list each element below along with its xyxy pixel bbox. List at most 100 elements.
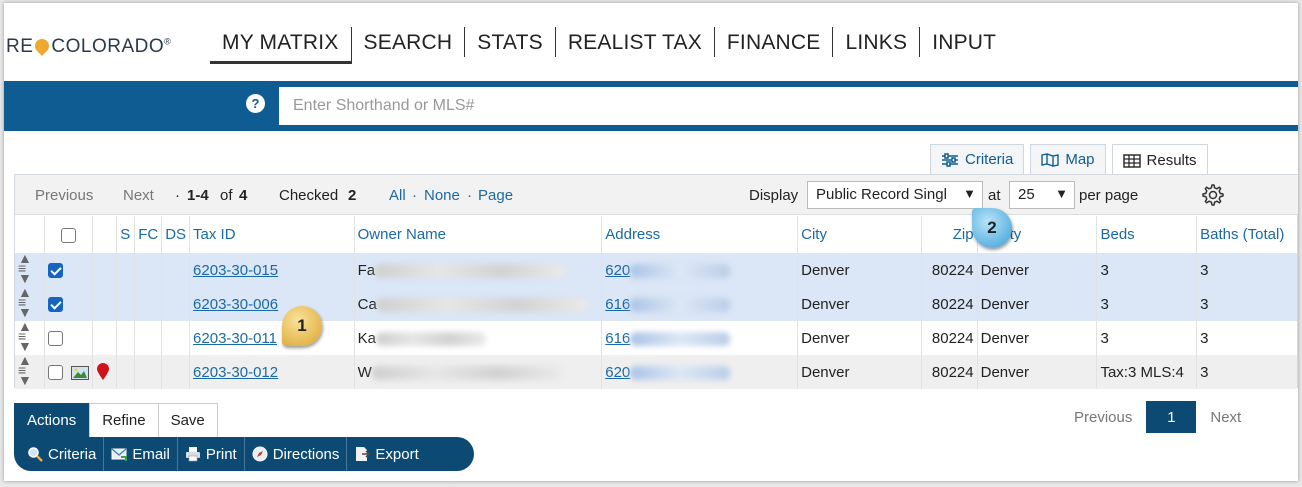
chevron-down-icon: ▼ bbox=[1055, 186, 1068, 201]
next-link[interactable]: Next bbox=[123, 187, 154, 204]
select-none-link[interactable]: None bbox=[424, 187, 460, 204]
menu-input[interactable]: INPUT bbox=[920, 27, 1008, 57]
s-cell bbox=[116, 321, 136, 355]
header-fc[interactable]: FC bbox=[134, 216, 163, 253]
tab-results[interactable]: Results bbox=[1111, 144, 1208, 176]
callout-1-number: 1 bbox=[297, 316, 307, 335]
help-icon[interactable]: ? bbox=[246, 94, 265, 113]
drag-handle[interactable]: ▲ ≡ ▼ bbox=[15, 285, 46, 321]
drag-handle[interactable]: ▲ ≡ ▼ bbox=[15, 352, 46, 389]
pager-current-page[interactable]: 1 bbox=[1146, 401, 1197, 433]
owner-name-visible: Fa bbox=[357, 261, 376, 279]
select-page-link[interactable]: Page bbox=[478, 187, 513, 204]
ds-cell bbox=[161, 287, 191, 321]
header-city[interactable]: City bbox=[797, 216, 922, 253]
header-s[interactable]: S bbox=[116, 216, 136, 253]
per-page-select[interactable]: 25 ▼ bbox=[1009, 181, 1075, 209]
table-header-row: S FC DS Tax ID Owner Name Address City Z… bbox=[15, 216, 1297, 253]
display-select[interactable]: Public Record Singl ▼ bbox=[807, 181, 983, 209]
address-link[interactable]: 620 bbox=[605, 262, 630, 279]
callout-2-number: 2 bbox=[987, 218, 997, 237]
menu-realist-tax[interactable]: REALIST TAX bbox=[556, 27, 715, 57]
pager-previous[interactable]: Previous bbox=[1066, 409, 1140, 426]
header-zip[interactable]: Zip bbox=[921, 216, 978, 253]
redacted-address bbox=[630, 365, 731, 380]
menu-stats[interactable]: STATS bbox=[465, 27, 556, 57]
address-link[interactable]: 616 bbox=[605, 296, 630, 313]
owner-name-cell: Fa bbox=[354, 253, 603, 287]
select-all-link[interactable]: All bbox=[389, 187, 406, 204]
tax-id-link[interactable]: 6203-30-015 bbox=[193, 262, 278, 279]
checked-count: 2 bbox=[348, 187, 357, 204]
drag-handle-icon: ▲ ≡ ▼ bbox=[18, 352, 32, 388]
email-action-label: Email bbox=[132, 445, 170, 463]
export-action-button[interactable]: Export bbox=[347, 437, 425, 471]
menu-links[interactable]: LINKS bbox=[833, 27, 921, 57]
fc-cell bbox=[134, 321, 163, 355]
table-row: ▲ ≡ ▼ 6203-30-011 Ka 616 Denver 80224 Denv… bbox=[15, 319, 1297, 355]
tab-refine[interactable]: Refine bbox=[89, 403, 158, 437]
menu-finance[interactable]: FINANCE bbox=[715, 27, 834, 57]
header-address[interactable]: Address bbox=[601, 216, 799, 253]
s-cell bbox=[116, 253, 136, 287]
address-link[interactable]: 620 bbox=[605, 364, 630, 381]
header-baths-total[interactable]: Baths (Total) bbox=[1196, 216, 1297, 253]
table-row: ▲ ≡ ▼ 6203-30-012 W 620 Denver 80224 Denve… bbox=[15, 352, 1297, 389]
table-icon bbox=[1122, 153, 1141, 168]
menu-search[interactable]: SEARCH bbox=[352, 27, 466, 57]
select-all-checkbox[interactable] bbox=[61, 227, 77, 243]
drag-handle[interactable]: ▲ ≡ ▼ bbox=[15, 251, 46, 287]
header-drag bbox=[15, 216, 46, 253]
menu-my-matrix[interactable]: MY MATRIX bbox=[210, 27, 352, 64]
actions-toolbar: Criteria Email Print Directions Export bbox=[14, 437, 474, 471]
pager-next[interactable]: Next bbox=[1202, 409, 1249, 426]
address-link[interactable]: 616 bbox=[605, 330, 630, 347]
row-checkbox[interactable] bbox=[48, 297, 64, 313]
shorthand-search-input[interactable] bbox=[279, 87, 1298, 125]
row-checkbox[interactable] bbox=[48, 263, 64, 279]
gear-icon[interactable] bbox=[1201, 183, 1225, 207]
photo-cell bbox=[92, 355, 118, 389]
city-2-cell: Denver bbox=[977, 321, 1098, 355]
row-select bbox=[44, 253, 94, 287]
s-cell bbox=[116, 355, 136, 389]
action-tabs: Actions Refine Save bbox=[14, 403, 218, 437]
header-select-all bbox=[44, 216, 94, 253]
photo-cell bbox=[92, 321, 118, 355]
criteria-action-button[interactable]: Criteria bbox=[20, 437, 105, 471]
baths-cell: 3 bbox=[1196, 287, 1297, 321]
recolorado-logo[interactable]: RE COLORADO® bbox=[6, 36, 171, 58]
directions-action-button[interactable]: Directions bbox=[245, 437, 348, 471]
header-owner-name[interactable]: Owner Name bbox=[354, 216, 603, 253]
map-pin-icon[interactable] bbox=[96, 363, 110, 381]
sliders-icon bbox=[942, 152, 958, 167]
tab-criteria[interactable]: Criteria bbox=[930, 144, 1025, 174]
header-ds[interactable]: DS bbox=[161, 216, 191, 253]
drop-icon bbox=[32, 36, 53, 56]
print-action-button[interactable]: Print bbox=[178, 437, 245, 471]
tax-id-link[interactable]: 6203-30-006 bbox=[193, 296, 278, 313]
previous-link[interactable]: Previous bbox=[35, 187, 93, 204]
ds-cell bbox=[161, 355, 191, 389]
owner-name-visible: W bbox=[357, 363, 372, 381]
email-action-button[interactable]: Email bbox=[104, 437, 178, 471]
callout-badge-1: 1 bbox=[282, 306, 322, 346]
drag-handle[interactable]: ▲ ≡ ▼ bbox=[15, 319, 46, 355]
city-2-cell: Denver bbox=[977, 287, 1098, 321]
tax-id-link[interactable]: 6203-30-012 bbox=[193, 364, 278, 381]
zip-cell: 80224 bbox=[921, 253, 978, 287]
photo-icon[interactable] bbox=[71, 365, 90, 380]
tab-map[interactable]: Map bbox=[1030, 144, 1106, 174]
map-icon bbox=[1041, 152, 1060, 167]
header-tax-id[interactable]: Tax ID bbox=[189, 216, 355, 253]
tab-save[interactable]: Save bbox=[157, 403, 218, 437]
row-checkbox[interactable] bbox=[48, 365, 64, 381]
row-checkbox[interactable] bbox=[48, 331, 64, 347]
tax-id-link[interactable]: 6203-30-011 bbox=[193, 330, 277, 347]
magnifier-icon bbox=[28, 447, 43, 462]
tab-actions[interactable]: Actions bbox=[14, 403, 90, 437]
tab-results-label: Results bbox=[1146, 152, 1197, 169]
header-beds[interactable]: Beds bbox=[1096, 216, 1198, 253]
result-of: of bbox=[220, 187, 233, 204]
baths-cell: 3 bbox=[1196, 321, 1297, 355]
